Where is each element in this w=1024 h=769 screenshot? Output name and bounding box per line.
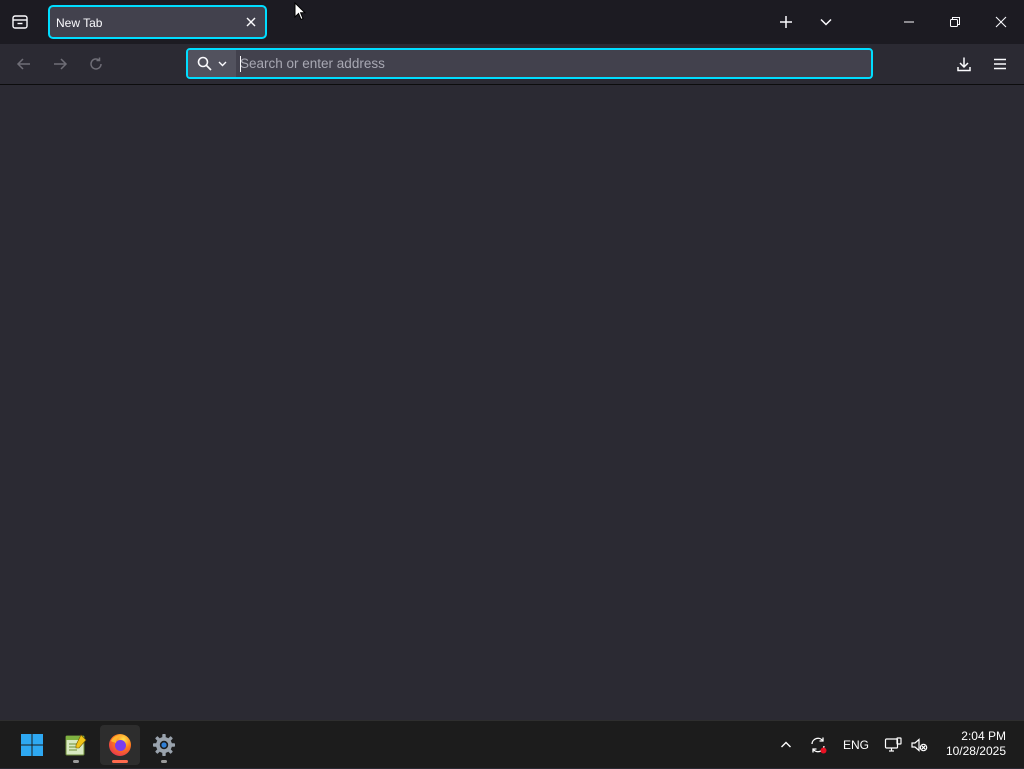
- notepad-plus-plus-icon: [64, 733, 88, 757]
- download-icon: [956, 56, 972, 72]
- windows-taskbar: ENG 2:04 PM 10/28/2025: [0, 720, 1024, 768]
- close-icon: [995, 16, 1007, 28]
- clock-time: 2:04 PM: [961, 729, 1006, 743]
- volume-muted-icon: [910, 737, 928, 753]
- windows-start-icon: [20, 733, 44, 757]
- settings-gear-icon: [152, 733, 176, 757]
- show-hidden-icons-button[interactable]: [772, 721, 800, 769]
- taskbar-app-notepad-plus-plus[interactable]: [56, 725, 96, 765]
- back-button[interactable]: [8, 48, 40, 80]
- firefox-view-button[interactable]: [2, 4, 38, 40]
- system-clock[interactable]: 2:04 PM 10/28/2025: [946, 729, 1006, 759]
- tab-close-button[interactable]: [241, 12, 261, 32]
- forward-button[interactable]: [44, 48, 76, 80]
- clock-date: 10/28/2025: [945, 744, 1006, 758]
- arrow-left-icon: [16, 56, 32, 72]
- plus-icon: [779, 15, 793, 29]
- tab-strip: New Tab: [0, 0, 1024, 44]
- address-input[interactable]: [238, 50, 868, 77]
- list-all-tabs-button[interactable]: [808, 4, 844, 40]
- chevron-down-icon: [218, 59, 227, 68]
- firefox-icon: [107, 732, 133, 758]
- restore-button[interactable]: [932, 0, 978, 44]
- app-menu-button[interactable]: [984, 48, 1016, 80]
- tray-update-button[interactable]: [804, 721, 832, 769]
- restore-icon: [949, 16, 961, 28]
- running-indicator: [73, 760, 79, 763]
- mouse-cursor-icon: [294, 2, 306, 21]
- close-icon: [246, 17, 256, 27]
- text-caret: [240, 56, 241, 72]
- search-icon: [197, 56, 212, 71]
- reload-icon: [88, 56, 104, 72]
- active-indicator: [112, 760, 128, 763]
- arrow-right-icon: [52, 56, 68, 72]
- taskbar-app-firefox[interactable]: [100, 725, 140, 765]
- downloads-button[interactable]: [948, 48, 980, 80]
- language-label: ENG: [842, 738, 869, 752]
- page-content[interactable]: [0, 86, 1024, 720]
- running-indicator: [161, 760, 167, 763]
- new-tab-button[interactable]: [768, 4, 804, 40]
- tray-network-button[interactable]: [880, 721, 906, 769]
- taskbar-app-settings[interactable]: [144, 725, 184, 765]
- start-button[interactable]: [12, 725, 52, 765]
- hamburger-menu-icon: [993, 58, 1007, 70]
- sync-update-icon: [809, 736, 827, 754]
- minimize-icon: [903, 16, 915, 28]
- minimize-button[interactable]: [886, 0, 932, 44]
- tray-volume-button[interactable]: [906, 721, 932, 769]
- navigation-toolbar: [0, 44, 1024, 85]
- firefox-view-icon: [11, 13, 29, 31]
- tab-title: New Tab: [56, 16, 103, 30]
- network-icon: [884, 737, 902, 753]
- url-bar[interactable]: [186, 48, 873, 79]
- chevron-up-icon: [780, 739, 792, 751]
- search-engine-button[interactable]: [188, 50, 236, 77]
- close-window-button[interactable]: [978, 0, 1024, 44]
- reload-button[interactable]: [80, 48, 112, 80]
- language-indicator[interactable]: ENG: [838, 721, 874, 769]
- tab-new-tab[interactable]: New Tab: [48, 5, 267, 39]
- chevron-down-icon: [819, 15, 833, 29]
